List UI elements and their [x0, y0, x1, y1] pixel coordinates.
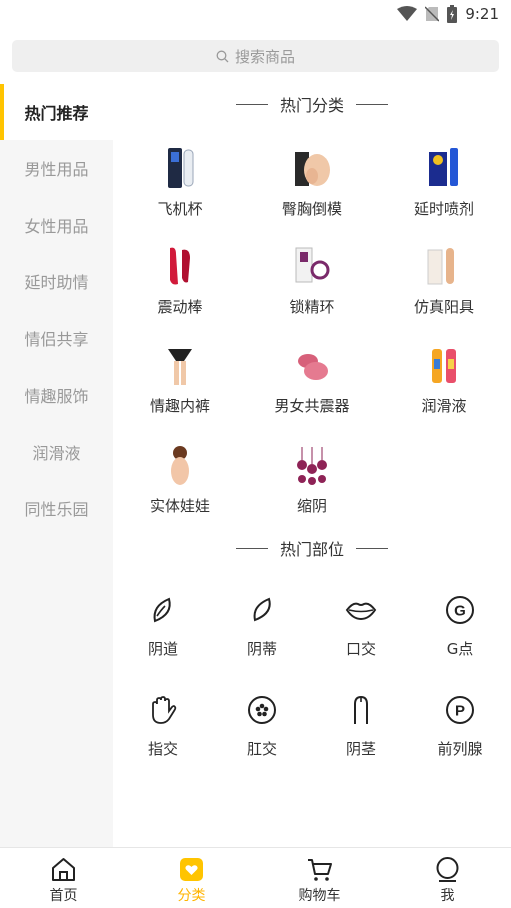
category-item[interactable]: 男女共震器: [252, 343, 372, 433]
sidebar-item-delay[interactable]: 延时助情: [0, 253, 113, 309]
category-label: 缩阴: [296, 497, 327, 515]
category-label: 仿真阳具: [413, 298, 474, 316]
part-label: G点: [446, 640, 474, 658]
tab-label: 分类: [177, 888, 206, 904]
section-title: 热门部位: [279, 540, 344, 559]
sidebar-item-apparel[interactable]: 情趣服饰: [0, 367, 113, 423]
category-item[interactable]: 飞机杯: [120, 146, 240, 236]
part-label: 阴茎: [345, 740, 376, 758]
part-item[interactable]: 阴茎: [313, 694, 409, 774]
g-circle-icon: G: [446, 596, 474, 624]
category-item[interactable]: 震动棒: [120, 244, 240, 334]
category-label: 锁精环: [289, 298, 335, 316]
category-label: 润滑液: [421, 397, 467, 415]
status-time: 9:21: [465, 5, 499, 23]
product-image: [429, 148, 458, 186]
product-image: [295, 247, 330, 283]
part-label: 口交: [345, 640, 376, 658]
section-title: 热门分类: [279, 96, 344, 115]
sidebar-item-men[interactable]: 男性用品: [0, 140, 113, 196]
status-icons: 9:21: [397, 4, 499, 24]
part-label: 指交: [147, 740, 178, 758]
hot-parts-header: 热门部位: [113, 536, 511, 560]
category-item[interactable]: 臀胸倒模: [252, 146, 372, 236]
category-item[interactable]: 锁精环: [252, 244, 372, 334]
part-label: 阴道: [147, 640, 178, 658]
product-image: [297, 447, 327, 485]
category-label: 延时喷剂: [413, 200, 474, 218]
sidebar-item-lubricant[interactable]: 润滑液: [0, 424, 113, 480]
category-label: 飞机杯: [157, 200, 203, 218]
part-item[interactable]: 阴道: [115, 594, 211, 674]
category-label: 男女共震器: [274, 397, 350, 415]
category-label: 臀胸倒模: [281, 200, 342, 218]
category-label: 震动棒: [157, 298, 203, 316]
tab-profile[interactable]: 我: [384, 848, 511, 908]
category-item[interactable]: 实体娃娃: [120, 443, 240, 533]
product-image: [298, 354, 328, 380]
home-icon: [52, 858, 75, 881]
part-label: 肛交: [246, 740, 277, 758]
part-item[interactable]: P 前列腺: [412, 694, 508, 774]
hot-categories-header: 热门分类: [113, 92, 511, 116]
sidebar-item-lgbt[interactable]: 同性乐园: [0, 480, 113, 536]
tab-label: 首页: [49, 888, 78, 904]
product-image: [171, 446, 189, 485]
category-icon: [180, 858, 203, 881]
part-label: 阴蒂: [246, 640, 277, 658]
svg-text:P: P: [455, 703, 465, 720]
product-image: [295, 152, 330, 186]
petal-icon: [253, 597, 271, 622]
svg-text:G: G: [454, 603, 466, 620]
tab-label: 购物车: [298, 888, 341, 904]
no-sim-icon: [425, 6, 440, 22]
category-label: 实体娃娃: [149, 497, 210, 515]
part-item[interactable]: 肛交: [214, 694, 310, 774]
sidebar-item-hot[interactable]: 热门推荐: [0, 84, 113, 140]
part-item[interactable]: 阴蒂: [214, 594, 310, 674]
tab-cart[interactable]: 购物车: [256, 848, 383, 908]
category-sidebar: 热门推荐 男性用品 女性用品 延时助情 情侣共享 情趣服饰 润滑液 同性乐园: [0, 84, 113, 847]
part-item[interactable]: G G点: [412, 594, 508, 674]
product-image: [432, 349, 456, 383]
p-circle-icon: P: [446, 696, 474, 724]
sidebar-item-couples[interactable]: 情侣共享: [0, 310, 113, 366]
tab-label: 我: [440, 888, 455, 904]
product-image: [170, 247, 190, 285]
search-input[interactable]: 搜索商品: [235, 46, 295, 67]
category-item[interactable]: 情趣内裤: [120, 343, 240, 433]
category-item[interactable]: 润滑液: [384, 343, 504, 433]
product-image: [427, 248, 454, 285]
bottom-tab-bar: 首页 分类 购物车 我: [0, 847, 511, 908]
status-bar: 9:21: [0, 0, 511, 28]
user-icon: [436, 857, 459, 882]
part-item[interactable]: 口交: [313, 594, 409, 674]
cart-icon: [308, 859, 332, 881]
flower-circle-icon: [248, 696, 276, 724]
category-item[interactable]: 仿真阳具: [384, 244, 504, 334]
category-content: 热门分类 飞机杯 臀胸倒模 延时喷剂 震动棒 锁精环 仿真阳具 情趣内裤 男女共…: [113, 84, 511, 847]
product-image: [168, 349, 192, 385]
tab-home[interactable]: 首页: [0, 848, 127, 908]
shaft-icon: [354, 695, 368, 724]
part-item[interactable]: 指交: [115, 694, 211, 774]
search-bar[interactable]: 搜索商品: [12, 40, 499, 72]
battery-icon: [447, 5, 458, 23]
category-item[interactable]: 缩阴: [252, 443, 372, 533]
search-icon: [216, 50, 229, 62]
wifi-icon: [397, 6, 418, 21]
leaf-icon: [153, 597, 171, 623]
hand-icon: [152, 696, 177, 724]
tab-category[interactable]: 分类: [128, 848, 255, 908]
category-item[interactable]: 延时喷剂: [384, 146, 504, 236]
lips-icon: [345, 602, 377, 621]
product-image: [168, 148, 194, 188]
sidebar-item-women[interactable]: 女性用品: [0, 197, 113, 253]
part-label: 前列腺: [437, 740, 483, 758]
category-label: 情趣内裤: [149, 397, 210, 415]
